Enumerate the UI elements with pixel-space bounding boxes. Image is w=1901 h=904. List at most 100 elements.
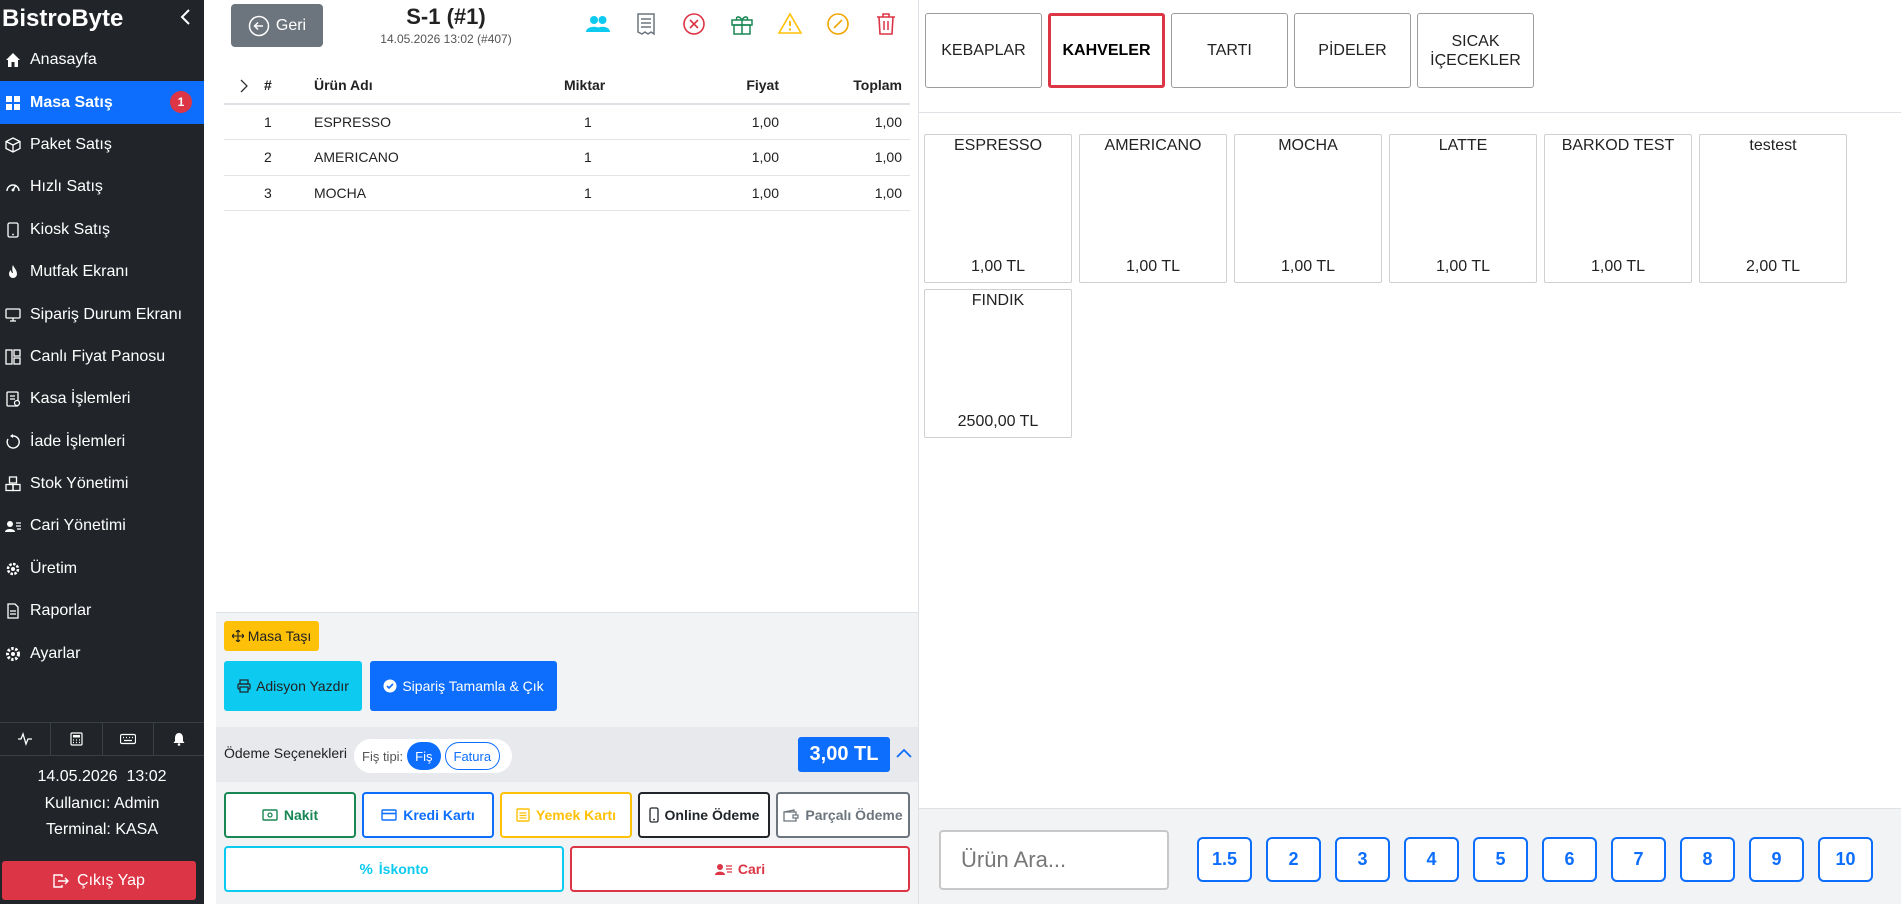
row-name: MOCHA — [294, 175, 564, 211]
pay-credit-card-button[interactable]: Kredi Kartı — [362, 792, 494, 838]
logout-button[interactable]: Çıkış Yap — [2, 861, 196, 900]
sidebar-item-raporlar[interactable]: Raporlar — [0, 590, 204, 632]
pay-split-button[interactable]: Parçalı Ödeme — [776, 792, 910, 838]
sidebar-nav: Anasayfa Masa Satış 1 Paket Satış Hızlı … — [0, 39, 204, 675]
quantity-button[interactable]: 9 — [1749, 837, 1804, 882]
print-bill-button[interactable]: Adisyon Yazdır — [224, 661, 362, 711]
sidebar-item-siparis-durum-ekrani[interactable]: Sipariş Durum Ekranı — [0, 293, 204, 335]
quantity-button[interactable]: 5 — [1473, 837, 1528, 882]
gift-icon[interactable] — [730, 12, 754, 36]
expand-column-header[interactable] — [224, 66, 264, 105]
sidebar-item-paket-satis[interactable]: Paket Satış — [0, 124, 204, 166]
cash-icon — [6, 391, 21, 407]
sidebar-item-cari-yonetimi[interactable]: Cari Yönetimi — [0, 505, 204, 547]
quantity-button[interactable]: 4 — [1404, 837, 1459, 882]
category-tarti[interactable]: TARTI — [1171, 13, 1288, 88]
quantity-button[interactable]: 3 — [1335, 837, 1390, 882]
sidebar-item-kiosk-satis[interactable]: Kiosk Satış — [0, 209, 204, 251]
sidebar-item-label: İade İşlemleri — [30, 432, 126, 450]
logout-icon — [53, 873, 70, 888]
category-pideler[interactable]: PİDELER — [1294, 13, 1411, 88]
sidebar-item-stok-yonetimi[interactable]: Stok Yönetimi — [0, 463, 204, 505]
boxes-icon — [5, 476, 21, 492]
pay-cash-button[interactable]: Nakit — [224, 792, 356, 838]
bell-icon — [173, 733, 185, 746]
product-name: AMERICANO — [1104, 137, 1202, 154]
product-card-testest[interactable]: testest 2,00 TL — [1699, 134, 1847, 283]
chevron-up-icon[interactable] — [894, 743, 914, 763]
sidebar-collapse-button[interactable] — [176, 8, 196, 30]
order-actions: Masa Taşı Adisyon Yazdır Sipariş Tamamla… — [216, 612, 918, 904]
sidebar-item-masa-satis[interactable]: Masa Satış 1 — [0, 81, 204, 124]
quantity-button[interactable]: 8 — [1680, 837, 1735, 882]
sidebar-item-label: Masa Satış — [30, 93, 113, 111]
customers-icon[interactable] — [586, 12, 610, 36]
column-header-total: Toplam — [779, 66, 910, 105]
keyboard-button[interactable] — [103, 723, 154, 755]
account-button[interactable]: Cari — [570, 846, 910, 892]
product-name: MOCHA — [1278, 137, 1338, 154]
category-kebaplar[interactable]: KEBAPLAR — [925, 13, 1042, 88]
row-total: 1,00 — [779, 175, 910, 211]
cancel-circle-icon[interactable] — [682, 12, 706, 36]
quantity-button[interactable]: 7 — [1611, 837, 1666, 882]
pay-split-label: Parçalı Ödeme — [805, 807, 903, 823]
sidebar-item-ayarlar[interactable]: Ayarlar — [0, 632, 204, 674]
box-icon — [5, 137, 21, 153]
quantity-button[interactable]: 1.5 — [1197, 837, 1252, 882]
row-price: 1,00 — [659, 139, 779, 176]
move-table-button[interactable]: Masa Taşı — [224, 621, 319, 651]
back-label: Geri — [275, 16, 307, 34]
product-card-americano[interactable]: AMERICANO 1,00 TL — [1079, 134, 1227, 283]
product-card-latte[interactable]: LATTE 1,00 TL — [1389, 134, 1537, 283]
quantity-button[interactable]: 10 — [1818, 837, 1873, 882]
sidebar-toolbar — [0, 722, 204, 756]
sidebar-item-kasa-islemleri[interactable]: Kasa İşlemleri — [0, 378, 204, 420]
receipt-type-fatura[interactable]: Fatura — [444, 742, 501, 770]
product-search-input[interactable] — [939, 830, 1169, 890]
sidebar-item-iade-islemleri[interactable]: İade İşlemleri — [0, 421, 204, 463]
tablet-icon — [7, 222, 19, 238]
column-header-price: Fiyat — [659, 66, 779, 105]
table-row[interactable]: 1 ESPRESSO 1 1,00 1,00 — [224, 104, 910, 140]
activity-button[interactable] — [0, 723, 52, 755]
order-panel: Geri S-1 (#1) 14.05.2026 13:02 (#407) # … — [216, 0, 918, 904]
quantity-button[interactable]: 2 — [1266, 837, 1321, 882]
complete-order-button[interactable]: Sipariş Tamamla & Çık — [370, 661, 557, 711]
wallet-icon — [783, 808, 799, 822]
row-spacer — [224, 104, 264, 140]
notifications-button[interactable] — [154, 723, 204, 755]
receipt-type-fis[interactable]: Fiş — [407, 742, 441, 770]
sidebar-item-canli-fiyat-panosu[interactable]: Canlı Fiyat Panosu — [0, 336, 204, 378]
sidebar-item-anasayfa[interactable]: Anasayfa — [0, 39, 204, 81]
pay-meal-card-label: Yemek Kartı — [535, 807, 617, 823]
table-row[interactable]: 2 AMERICANO 1 1,00 1,00 — [224, 139, 910, 176]
trash-icon[interactable] — [874, 12, 898, 36]
sidebar-item-mutfak-ekrani[interactable]: Mutfak Ekranı — [0, 251, 204, 293]
receipt-icon[interactable] — [634, 12, 658, 36]
discount-button[interactable]: % İskonto — [224, 846, 564, 892]
category-sicak-icecekler[interactable]: SICAK İÇECEKLER — [1417, 13, 1534, 88]
product-card-barkod-test[interactable]: BARKOD TEST 1,00 TL — [1544, 134, 1692, 283]
warning-icon[interactable] — [778, 12, 802, 36]
product-card-mocha[interactable]: MOCHA 1,00 TL — [1234, 134, 1382, 283]
meal-card-icon — [516, 808, 530, 822]
calculator-button[interactable] — [51, 723, 103, 755]
product-price: 1,00 TL — [1281, 258, 1335, 275]
category-kahveler[interactable]: KAHVELER — [1048, 13, 1165, 88]
slash-circle-icon[interactable] — [826, 12, 850, 36]
table-row[interactable]: 3 MOCHA 1 1,00 1,00 — [224, 175, 910, 211]
product-card-findik[interactable]: FINDIK 2500,00 TL — [924, 289, 1072, 438]
row-qty: 1 — [564, 175, 659, 211]
pay-online-button[interactable]: Online Ödeme — [638, 792, 770, 838]
arrow-left-circle-icon — [248, 15, 270, 36]
session-info: 14.05.2026 13:02 Kullanıcı: Admin Termin… — [0, 764, 204, 844]
product-card-espresso[interactable]: ESPRESSO 1,00 TL — [924, 134, 1072, 283]
back-button[interactable]: Geri — [231, 4, 323, 47]
quantity-button[interactable]: 6 — [1542, 837, 1597, 882]
product-name: testest — [1749, 137, 1797, 154]
order-items-table: # Ürün Adı Miktar Fiyat Toplam 1 ESPRESS… — [224, 66, 910, 211]
sidebar-item-hizli-satis[interactable]: Hızlı Satış — [0, 166, 204, 208]
sidebar-item-uretim[interactable]: Üretim — [0, 548, 204, 590]
pay-meal-card-button[interactable]: Yemek Kartı — [500, 792, 632, 838]
